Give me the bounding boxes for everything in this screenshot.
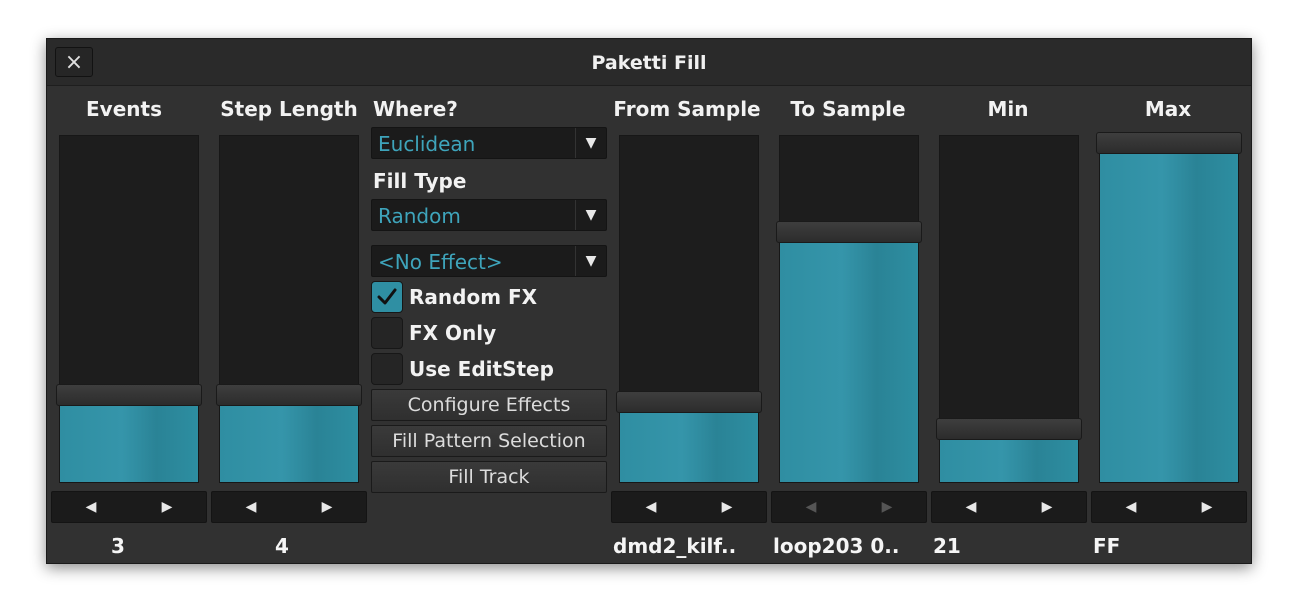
where-dropdown[interactable]: Euclidean ▼ [371, 127, 607, 159]
fill-type-dropdown-value: Random [378, 204, 461, 228]
min-header: Min [987, 97, 1029, 121]
step-length-header: Step Length [220, 97, 358, 121]
from-sample-slider[interactable] [616, 135, 762, 483]
step-length-value: 4 [275, 534, 289, 558]
step-length-slider-handle[interactable] [216, 384, 362, 406]
where-label: Where? [373, 97, 458, 121]
events-value: 3 [111, 534, 125, 558]
from-sample-stepper: ◀ ▶ [611, 491, 767, 523]
fx-only-checkbox[interactable] [371, 317, 403, 349]
paketti-fill-window: Paketti Fill × Events ◀ ▶ 3 Step Length … [46, 38, 1252, 564]
min-slider[interactable] [936, 135, 1082, 483]
events-slider-fill [60, 406, 198, 482]
to-sample-stepper: ◀ ▶ [771, 491, 927, 523]
step-length-increment-icon[interactable]: ▶ [288, 492, 366, 522]
from-sample-decrement-icon[interactable]: ◀ [612, 492, 690, 522]
fill-type-dropdown[interactable]: Random ▼ [371, 199, 607, 231]
use-editstep-label[interactable]: Use EditStep [409, 356, 554, 382]
max-slider-handle[interactable] [1096, 132, 1242, 154]
max-stepper: ◀ ▶ [1091, 491, 1247, 523]
min-slider-handle[interactable] [936, 418, 1082, 440]
max-increment-icon[interactable]: ▶ [1168, 492, 1246, 522]
step-length-slider-fill [220, 406, 358, 482]
configure-effects-button[interactable]: Configure Effects [371, 389, 607, 421]
from-sample-header: From Sample [613, 97, 761, 121]
min-value: 21 [933, 534, 961, 558]
random-fx-checkbox[interactable] [371, 281, 403, 313]
chevron-down-icon[interactable]: ▼ [576, 200, 606, 230]
fx-only-label[interactable]: FX Only [409, 320, 496, 346]
max-slider-fill [1100, 136, 1238, 482]
checkmark-icon [377, 288, 397, 305]
to-sample-slider[interactable] [776, 135, 922, 483]
events-decrement-icon[interactable]: ◀ [52, 492, 130, 522]
max-header: Max [1144, 97, 1192, 121]
min-decrement-icon[interactable]: ◀ [932, 492, 1010, 522]
to-sample-value: loop203 0.. [773, 534, 900, 558]
where-dropdown-value: Euclidean [378, 132, 476, 156]
to-sample-increment-icon[interactable]: ▶ [848, 492, 926, 522]
fill-track-button[interactable]: Fill Track [371, 461, 607, 493]
events-stepper: ◀ ▶ [51, 491, 207, 523]
chevron-down-icon[interactable]: ▼ [576, 128, 606, 158]
step-length-slider[interactable] [216, 135, 362, 483]
to-sample-slider-handle[interactable] [776, 221, 922, 243]
events-header: Events [86, 97, 162, 121]
close-icon[interactable]: × [55, 47, 93, 77]
effect-dropdown[interactable]: <No Effect> ▼ [371, 245, 607, 277]
random-fx-label[interactable]: Random FX [409, 284, 537, 310]
events-slider-handle[interactable] [56, 384, 202, 406]
to-sample-header: To Sample [790, 97, 906, 121]
fill-pattern-selection-button[interactable]: Fill Pattern Selection [371, 425, 607, 457]
chevron-down-icon[interactable]: ▼ [576, 246, 606, 276]
min-stepper: ◀ ▶ [931, 491, 1087, 523]
max-value: FF [1093, 534, 1121, 558]
window-title: Paketti Fill [591, 52, 707, 74]
from-sample-slider-handle[interactable] [616, 391, 762, 413]
effect-dropdown-value: <No Effect> [378, 250, 503, 274]
from-sample-value: dmd2_kilf.. [613, 534, 737, 558]
from-sample-slider-fill [620, 413, 758, 482]
events-increment-icon[interactable]: ▶ [128, 492, 206, 522]
min-increment-icon[interactable]: ▶ [1008, 492, 1086, 522]
title-bar[interactable]: Paketti Fill × [47, 39, 1251, 86]
max-decrement-icon[interactable]: ◀ [1092, 492, 1170, 522]
step-length-decrement-icon[interactable]: ◀ [212, 492, 290, 522]
fill-type-label: Fill Type [373, 169, 467, 193]
max-slider[interactable] [1096, 132, 1242, 483]
min-slider-fill [940, 440, 1078, 482]
use-editstep-checkbox[interactable] [371, 353, 403, 385]
from-sample-increment-icon[interactable]: ▶ [688, 492, 766, 522]
to-sample-slider-fill [780, 243, 918, 482]
step-length-stepper: ◀ ▶ [211, 491, 367, 523]
to-sample-decrement-icon[interactable]: ◀ [772, 492, 850, 522]
events-slider[interactable] [56, 135, 202, 483]
